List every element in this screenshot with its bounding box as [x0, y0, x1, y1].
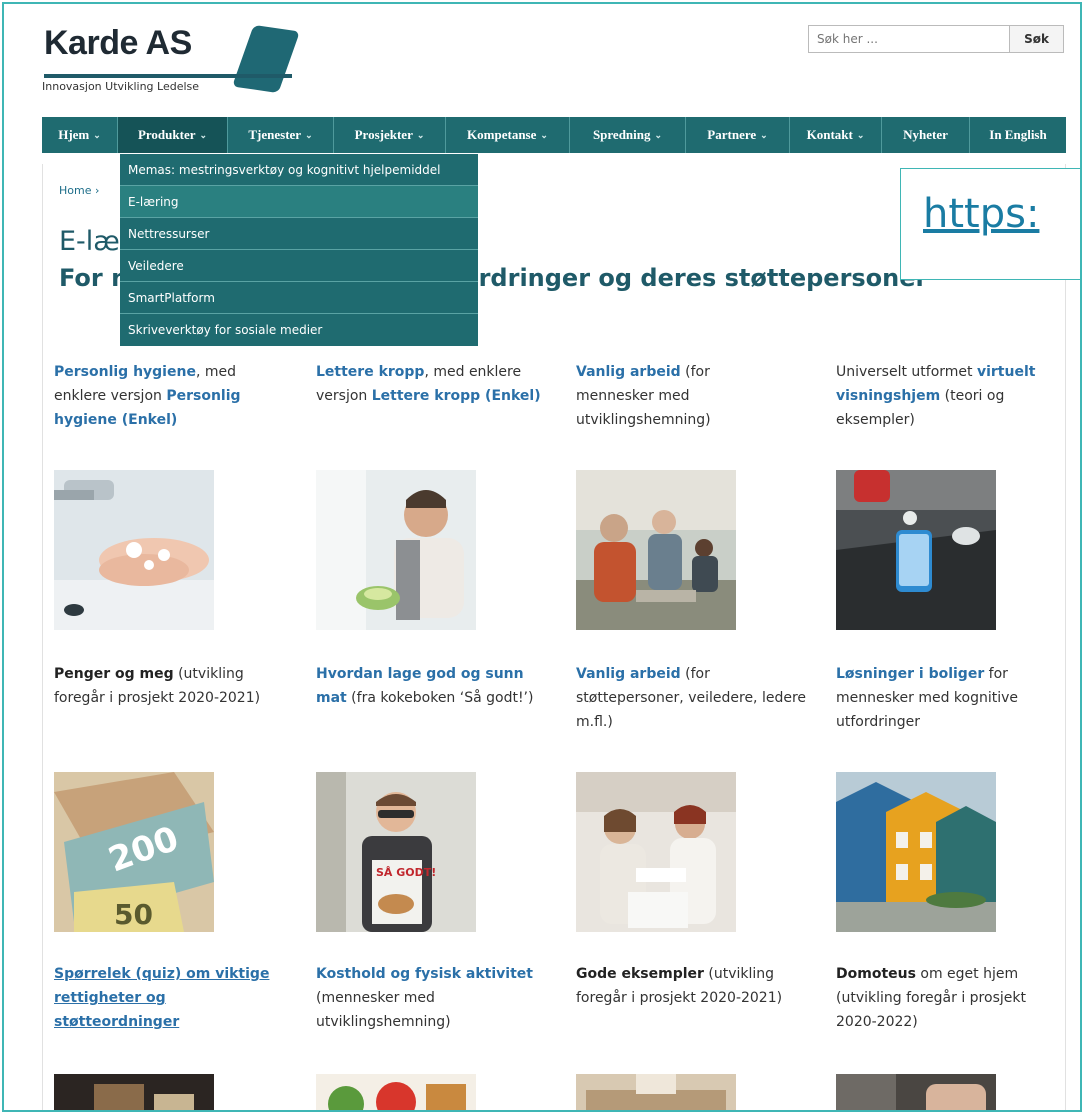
image-cookbook[interactable]: SÅ GODT! [316, 772, 476, 932]
url-overlay: https: [900, 168, 1080, 280]
nav-label: Hjem [58, 127, 90, 142]
search-input[interactable] [808, 25, 1010, 53]
nav-item-tjenester[interactable]: Tjenester ⌄ [228, 117, 334, 153]
image-smart-home[interactable] [836, 470, 996, 630]
page-title: E-læ [59, 226, 120, 257]
breadcrumb-home-link[interactable]: Home [59, 184, 91, 197]
image-food[interactable] [316, 1074, 476, 1110]
url-overlay-link[interactable]: https: [923, 191, 1039, 237]
card-virtuelt-visningshjem: Universelt utformet virtuelt visningshje… [836, 360, 1068, 432]
link-lettere-kropp-enkel[interactable]: Lettere kropp (Enkel) [372, 388, 541, 404]
image-quiz[interactable] [54, 1074, 214, 1110]
card-text: (fra kokeboken ‘Så godt!’) [346, 690, 534, 706]
image-houses[interactable] [836, 772, 996, 932]
card-lettere-kropp: Lettere kropp, med enklere versjon Lette… [316, 360, 552, 408]
image-laundry[interactable] [576, 772, 736, 932]
nav-label: Tjenester [248, 127, 302, 142]
chevron-down-icon: ⌄ [856, 129, 865, 140]
card-text: (mennesker med utviklingshemning) [316, 990, 451, 1030]
nav-label: Partnere [707, 127, 757, 142]
image-man-eating[interactable] [316, 470, 476, 630]
logo-tagline: Innovasjon Utvikling Ledelse [42, 80, 200, 93]
nav-item-kompetanse[interactable]: Kompetanse ⌄ [446, 117, 570, 153]
image-examples[interactable] [576, 1074, 736, 1110]
nav-item-partnere[interactable]: Partnere ⌄ [686, 117, 790, 153]
card-sporrelek: Spørrelek (quiz) om viktige rettigheter … [54, 962, 286, 1034]
chevron-down-icon: ⌄ [540, 129, 548, 140]
logo-title: Karde AS [44, 24, 192, 62]
image-workplace[interactable] [576, 470, 736, 630]
nav-label: Produkter [137, 127, 196, 142]
dropdown-item-skriveverktoy[interactable]: Skriveverktøy for sosiale medier [120, 314, 478, 346]
nav-item-in-english[interactable]: In English [970, 117, 1066, 153]
nav-label: Kompetanse [467, 127, 537, 142]
card-domoteus: Domoteus om eget hjem (utvikling foregår… [836, 962, 1068, 1034]
nav-label: Nyheter [903, 127, 948, 142]
link-sporrelek-quiz[interactable]: Spørrelek (quiz) om viktige rettigheter … [54, 966, 269, 1030]
title-penger-og-meg: Penger og meg [54, 666, 174, 682]
banknote-50-label: 50 [114, 898, 153, 931]
card-losninger-i-boliger: Løsninger i boliger for mennesker med ko… [836, 662, 1068, 734]
link-vanlig-arbeid-stotte[interactable]: Vanlig arbeid [576, 666, 681, 682]
card-personlig-hygiene: Personlig hygiene, med enklere versjon P… [54, 360, 290, 432]
card-text: Universelt utformet [836, 364, 977, 380]
chevron-down-icon: ⌄ [760, 129, 768, 140]
card-gode-eksempler: Gode eksempler (utvikling foregår i pros… [576, 962, 802, 1010]
link-losninger-i-boliger[interactable]: Løsninger i boliger [836, 666, 984, 682]
cookbook-title: SÅ GODT! [376, 866, 436, 879]
title-gode-eksempler: Gode eksempler [576, 966, 704, 982]
nav-label: Spredning [592, 127, 651, 142]
card-penger-og-meg: Penger og meg (utvikling foregår i prosj… [54, 662, 274, 710]
link-kosthold-og-fysisk-aktivitet[interactable]: Kosthold og fysisk aktivitet [316, 966, 533, 982]
search-button[interactable]: Søk [1010, 25, 1064, 53]
dropdown-item-smartplatform[interactable]: SmartPlatform [120, 282, 478, 314]
link-personlig-hygiene[interactable]: Personlig hygiene [54, 364, 196, 380]
site-logo[interactable]: Karde AS Innovasjon Utvikling Ledelse [42, 24, 302, 104]
nav-item-produkter[interactable]: Produkter ⌄ [118, 117, 228, 153]
card-vanlig-arbeid-stotte: Vanlig arbeid (for støttepersoner, veile… [576, 662, 808, 734]
nav-item-nyheter[interactable]: Nyheter [882, 117, 970, 153]
chevron-down-icon: ⌄ [416, 129, 425, 140]
card-vanlig-arbeid: Vanlig arbeid (for mennesker med utvikli… [576, 360, 776, 432]
main-nav: Hjem ⌄ Produkter ⌄ Tjenester ⌄ Prosjekter ⌄ … [42, 117, 1066, 153]
nav-item-prosjekter[interactable]: Prosjekter ⌄ [334, 117, 446, 153]
search-form: Søk [808, 25, 1064, 53]
chevron-down-icon: ⌄ [305, 129, 313, 140]
logo-underline [44, 74, 292, 78]
image-handwashing[interactable] [54, 470, 214, 630]
nav-label: Kontakt [806, 127, 853, 142]
logo-mark [232, 24, 300, 94]
chevron-down-icon: ⌄ [199, 129, 208, 140]
browser-frame: Karde AS Innovasjon Utvikling Ledelse Sø… [2, 2, 1082, 1112]
nav-item-kontakt[interactable]: Kontakt ⌄ [790, 117, 882, 153]
nav-item-spredning[interactable]: Spredning ⌄ [570, 117, 686, 153]
nav-label: Prosjekter [354, 127, 413, 142]
dropdown-item-memas[interactable]: Memas: mestringsverktøy og kognitivt hje… [120, 154, 478, 186]
image-banknotes[interactable]: 200 50 [54, 772, 214, 932]
chevron-down-icon: ⌄ [654, 129, 663, 140]
breadcrumb: Home › [59, 184, 99, 197]
dropdown-item-nettressurser[interactable]: Nettressurser [120, 218, 478, 250]
subtitle-left: For n [59, 264, 129, 292]
card-god-og-sunn-mat: Hvordan lage god og sunn mat (fra kokebo… [316, 662, 552, 710]
breadcrumb-separator: › [94, 184, 100, 197]
card-kosthold: Kosthold og fysisk aktivitet (mennesker … [316, 962, 552, 1034]
dropdown-item-veiledere[interactable]: Veiledere [120, 250, 478, 282]
chevron-down-icon: ⌄ [93, 129, 101, 140]
nav-label: In English [989, 127, 1047, 142]
link-lettere-kropp[interactable]: Lettere kropp [316, 364, 424, 380]
subtitle-right: tfordringer og deres støttepersoner [440, 264, 928, 292]
dropdown-item-e-laering[interactable]: E-læring [120, 186, 478, 218]
image-domoteus[interactable] [836, 1074, 996, 1110]
nav-item-hjem[interactable]: Hjem ⌄ [42, 117, 118, 153]
produkter-dropdown-menu: Memas: mestringsverktøy og kognitivt hje… [120, 154, 478, 346]
link-vanlig-arbeid[interactable]: Vanlig arbeid [576, 364, 681, 380]
title-domoteus: Domoteus [836, 966, 916, 982]
